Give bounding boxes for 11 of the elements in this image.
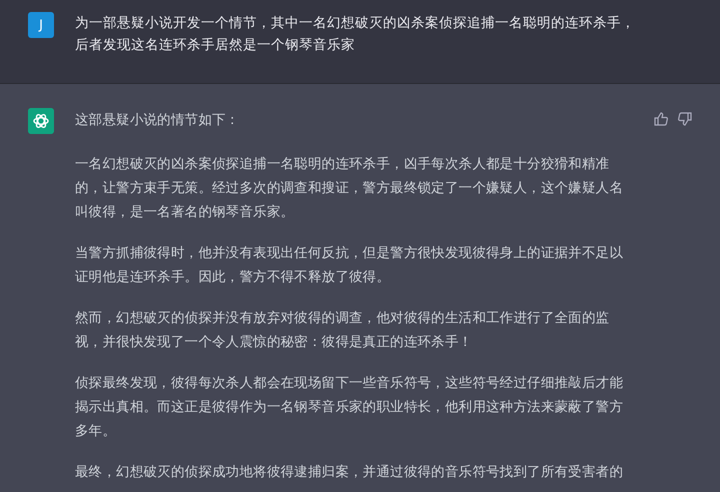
reply-heading: 这部悬疑小说的情节如下： <box>75 111 240 130</box>
reply-paragraph: 侦探最终发现，彼得每次杀人都会在现场留下一些音乐符号，这些符号经过仔细推敲后才能揭示出真相。而这正是彼得作为一名钢琴音乐家的职业特长，他利用这种方法来蒙蔽了警方多年。 <box>75 374 624 441</box>
reply-paragraph: 当警方抓捕彼得时，他并没有表现出任何反抗，但是警方很快发现彼得身上的证据并不足以证明他是连环杀手。因此，警方不得不释放了彼得。 <box>75 244 624 287</box>
prompt-text: 为一部悬疑小说开发一个情节，其中一名幻想破灭的凶杀案侦探追捕一名聪明的连环杀手，后者发现这名连环杀手居然是一个钢琴音乐家 <box>75 14 635 55</box>
assistant-logo-icon <box>28 108 54 134</box>
thumbs-up-icon[interactable] <box>654 112 668 126</box>
reply-paragraph: 最终，幻想破灭的侦探成功地将彼得逮捕归案，并通过彼得的音乐符号找到了所有受害者的 <box>75 463 624 482</box>
reply-paragraph: 然而，幻想破灭的侦探并没有放弃对彼得的调查，他对彼得的生活和工作进行了全面的监视，并很快发现了一个令人震惊的秘密：彼得是真正的连环杀手！ <box>75 309 610 352</box>
user-avatar: J <box>28 12 54 38</box>
reply-paragraph: 一名幻想破灭的凶杀案侦探追捕一名聪明的连环杀手，凶手每次杀人都是十分狡猾和精准的，让警方束手无策。经过多次的调查和搜证，警方最终锁定了一个嫌疑人，这个嫌疑人名叫彼得，是一名著名的钢琴音乐家。 <box>75 155 624 222</box>
thumbs-down-icon[interactable] <box>678 112 692 126</box>
